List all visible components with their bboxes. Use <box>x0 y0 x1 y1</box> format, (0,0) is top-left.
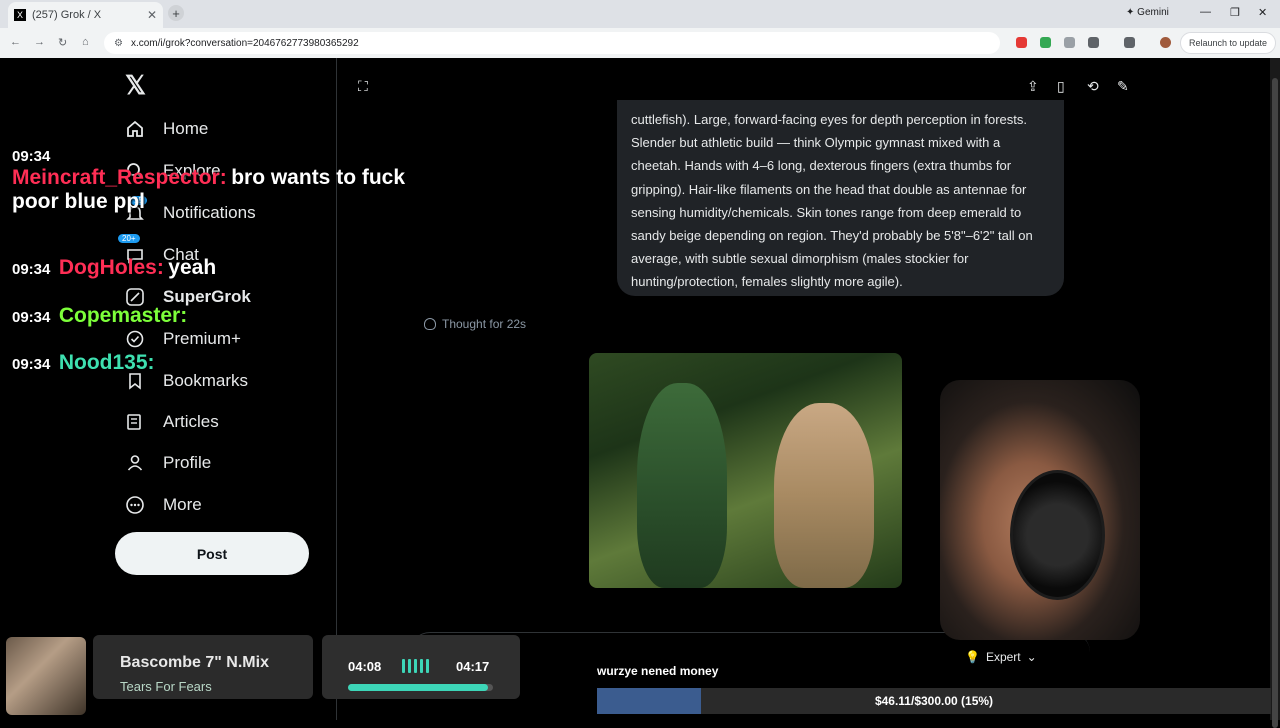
current-time: 04:08 <box>348 659 382 674</box>
generated-image[interactable] <box>589 353 902 588</box>
sidebar-item-label: Profile <box>163 453 212 472</box>
album-art <box>6 637 86 715</box>
song-artist: Tears For Fears <box>120 679 212 694</box>
extensions-puzzle-icon[interactable] <box>1088 37 1099 48</box>
home-browser-icon[interactable]: ⌂ <box>82 36 89 48</box>
relaunch-label: Relaunch to update <box>1189 38 1268 48</box>
sidebar-item-profile[interactable]: Profile <box>124 452 211 474</box>
chat-message: 09:34 Copemaster: <box>12 304 187 328</box>
scrollbar[interactable] <box>1270 58 1280 728</box>
chat-time: 09:34 <box>12 261 51 278</box>
user-message-bubble: cuttlefish). Large, forward-facing eyes … <box>617 100 1064 296</box>
back-icon[interactable]: ← <box>10 36 21 48</box>
new-chat-icon[interactable]: ✎ <box>1117 78 1135 96</box>
thought-label: Thought for 22s <box>442 317 527 331</box>
minimize-icon[interactable]: — <box>1200 6 1211 18</box>
sidebar-item-label: Home <box>163 119 209 138</box>
x-favicon-icon: X <box>14 9 26 21</box>
chat-username: Copemaster: <box>58 304 188 327</box>
reload-icon[interactable]: ↻ <box>58 36 67 49</box>
browser-chrome: X (257) Grok / X ✕ + ✦ Gemini — ❐ ✕ ← → … <box>0 0 1280 58</box>
lightbulb-icon <box>424 318 436 330</box>
stream-bottom-bar: Bascombe 7" N.Mix Tears For Fears 04:08 … <box>0 632 1280 720</box>
green-figure <box>637 383 727 588</box>
browser-tab[interactable]: X (257) Grok / X ✕ <box>8 2 163 28</box>
chat-message: 09:34 DogHoles: yeah <box>12 256 216 280</box>
scroll-thumb[interactable] <box>1272 78 1278 728</box>
sidebar-item-more[interactable]: More <box>124 494 202 516</box>
x-logo-icon[interactable]: 𝕏 <box>125 70 146 101</box>
track-progress-fill <box>348 684 488 691</box>
extension-icon[interactable] <box>1064 37 1075 48</box>
new-tab-icon[interactable]: + <box>168 5 184 21</box>
relaunch-button[interactable]: Relaunch to update <box>1180 32 1277 54</box>
donation-goal-bar: $46.11/$300.00 (15%) <box>597 688 1271 714</box>
message-text: cuttlefish). Large, forward-facing eyes … <box>631 112 1033 290</box>
bookmark-chat-icon[interactable]: ▯ <box>1057 78 1075 96</box>
chat-username: Meincraft_Respector: <box>12 166 227 189</box>
site-info-icon[interactable]: ⚙ <box>114 38 123 49</box>
nav-row: ← → ↻ ⌂ ⚙ x.com/i/grok?conversation=2046… <box>0 28 1280 58</box>
equalizer-icon <box>402 659 429 673</box>
tab-title: (257) Grok / X <box>32 9 102 21</box>
home-icon <box>124 118 146 140</box>
share-icon[interactable]: ⇪ <box>1027 78 1045 96</box>
chat-time: 09:34 <box>12 148 51 165</box>
song-title: Bascombe 7" N.Mix <box>120 654 269 671</box>
chat-time: 09:34 <box>12 309 51 326</box>
gemini-button[interactable]: ✦ Gemini <box>1126 7 1169 18</box>
close-tab-icon[interactable]: ✕ <box>147 8 157 22</box>
headphone-image <box>1010 470 1105 600</box>
expand-icon[interactable]: ⛶ <box>358 78 376 96</box>
sidebar-item-label: More <box>163 495 202 514</box>
tab-strip: X (257) Grok / X ✕ + ✦ Gemini — ❐ ✕ <box>0 0 1280 28</box>
chat-badge: 20+ <box>118 234 140 243</box>
total-time: 04:17 <box>456 659 490 674</box>
extension-icon[interactable] <box>1040 37 1051 48</box>
close-window-icon[interactable]: ✕ <box>1258 6 1267 19</box>
beige-figure <box>774 403 874 588</box>
sidebar-item-label: Articles <box>163 412 219 431</box>
chat-text: yeah <box>168 256 217 279</box>
restore-icon[interactable]: ❐ <box>1230 6 1240 19</box>
person-icon <box>124 452 146 474</box>
avatar[interactable] <box>1160 37 1171 48</box>
gemini-label: Gemini <box>1137 7 1169 18</box>
forward-icon[interactable]: → <box>34 36 45 48</box>
donation-goal-label: wurzye nened money <box>597 664 719 678</box>
chat-message: 09:34 Meincraft_Respector: bro wants to … <box>12 148 412 214</box>
history-icon[interactable]: ⟲ <box>1087 78 1105 96</box>
more-icon <box>124 494 146 516</box>
url-text: x.com/i/grok?conversation=20467627739803… <box>130 37 359 49</box>
article-icon <box>124 411 146 433</box>
sidebar-item-label: Bookmarks <box>163 371 249 390</box>
post-button[interactable]: Post <box>115 532 309 575</box>
thought-indicator[interactable]: Thought for 22s <box>424 317 526 331</box>
donation-goal-text: $46.11/$300.00 (15%) <box>874 694 994 708</box>
sidebar-item-home[interactable]: Home <box>124 118 208 140</box>
extension-icon[interactable] <box>1016 37 1027 48</box>
sidebar-item-premium[interactable]: Premium+ <box>124 328 241 350</box>
address-bar[interactable]: ⚙ x.com/i/grok?conversation=204676277398… <box>104 32 1000 54</box>
track-progress-bar <box>348 684 493 691</box>
sidebar-item-label: Premium+ <box>163 329 241 348</box>
chat-message: 09:34 Nood135: <box>12 351 155 375</box>
chat-username: DogHoles: <box>58 256 164 279</box>
verified-icon <box>124 328 146 350</box>
chat-time: 09:34 <box>12 356 51 373</box>
sidebar-item-articles[interactable]: Articles <box>124 411 219 433</box>
sidepanel-icon[interactable] <box>1124 37 1135 48</box>
chat-username: Nood135: <box>58 351 155 374</box>
